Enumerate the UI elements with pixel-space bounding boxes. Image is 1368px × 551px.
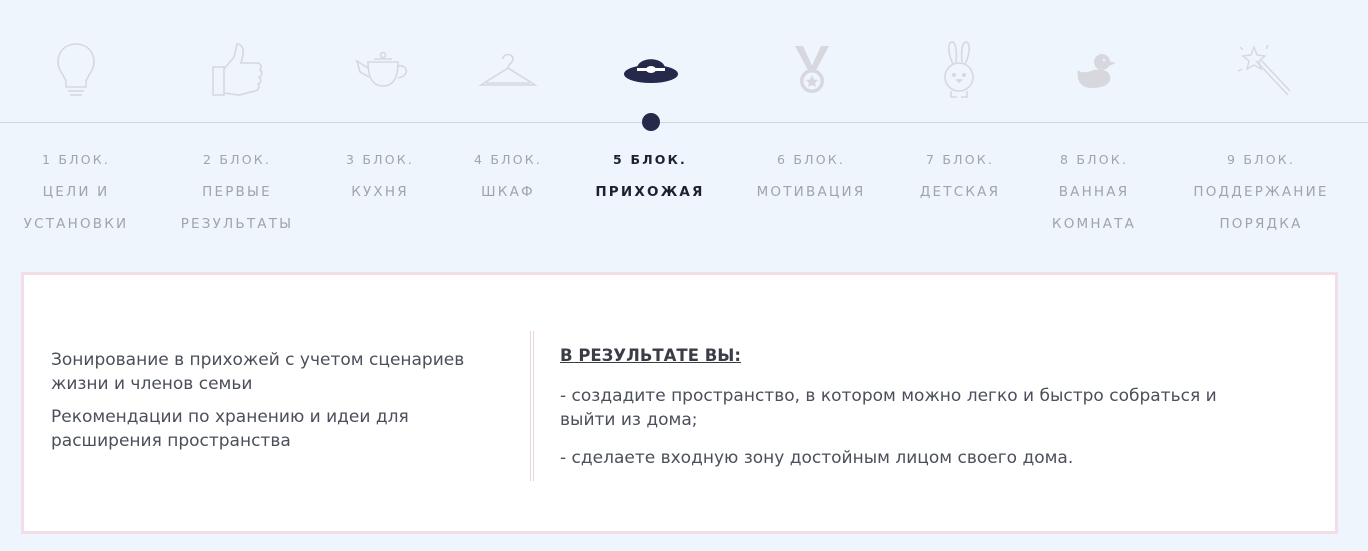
tab-block-8[interactable]: 8 БЛОК. ВАННАЯ КОМНАТА xyxy=(1046,144,1142,240)
tab-block-title: ВАННАЯ xyxy=(1058,184,1130,200)
tab-block-7[interactable]: 7 БЛОК. ДЕТСКАЯ xyxy=(914,144,1006,208)
tab-block-title: ПЕРВЫЕ xyxy=(202,184,272,200)
tab-block-number: 5 БЛОК. xyxy=(613,152,687,167)
result-item: - сделаете входную зону достойным лицом … xyxy=(560,448,1074,468)
divider xyxy=(530,331,534,481)
tab-block-title: МОТИВАЦИЯ xyxy=(756,184,866,200)
magic-wand-icon[interactable] xyxy=(1228,35,1298,105)
tab-block-6[interactable]: 6 БЛОК. МОТИВАЦИЯ xyxy=(750,144,872,208)
tab-block-number: 7 БЛОК. xyxy=(926,152,994,167)
tab-block-number: 6 БЛОК. xyxy=(777,152,845,167)
result-heading: В РЕЗУЛЬТАТЕ ВЫ: xyxy=(560,346,741,365)
lightbulb-icon[interactable] xyxy=(41,35,111,105)
tab-block-title: РЕЗУЛЬТАТЫ xyxy=(180,216,294,232)
tab-block-title: КОМНАТА xyxy=(1051,216,1137,232)
tab-block-2[interactable]: 2 БЛОК. ПЕРВЫЕ РЕЗУЛЬТАТЫ xyxy=(180,144,294,240)
hat-icon[interactable] xyxy=(616,35,686,105)
tab-block-3[interactable]: 3 БЛОК. КУХНЯ xyxy=(340,144,420,208)
thumbs-up-icon[interactable] xyxy=(202,35,272,105)
timeline-line xyxy=(0,122,1368,123)
tab-block-title: ШКАФ xyxy=(481,184,535,200)
tab-block-number: 9 БЛОК. xyxy=(1227,152,1295,167)
topic-item: Рекомендации по хранению и идеи для расш… xyxy=(51,407,409,451)
block-results: В РЕЗУЛЬТАТЕ ВЫ: - создадите пространств… xyxy=(560,344,1260,484)
block-topics: Зонирование в прихожей с учетом сценарие… xyxy=(51,348,501,462)
result-item: - создадите пространство, в котором можн… xyxy=(560,386,1217,430)
tab-block-title: ПОДДЕРЖАНИЕ xyxy=(1193,184,1329,200)
tab-block-1[interactable]: 1 БЛОК. ЦЕЛИ И УСТАНОВКИ xyxy=(20,144,132,240)
tab-block-number: 4 БЛОК. xyxy=(474,152,542,167)
tab-block-number: 1 БЛОК. xyxy=(42,152,110,167)
tab-block-title: УСТАНОВКИ xyxy=(23,216,129,232)
block-content-card: Зонирование в прихожей с учетом сценарие… xyxy=(21,272,1338,534)
bunny-icon[interactable] xyxy=(924,35,994,105)
rubber-duck-icon[interactable] xyxy=(1061,35,1131,105)
teapot-icon[interactable] xyxy=(348,35,418,105)
tab-block-number: 3 БЛОК. xyxy=(346,152,414,167)
tab-block-5[interactable]: 5 БЛОК. ПРИХОЖАЯ xyxy=(594,144,706,208)
tab-block-title: ПРИХОЖАЯ xyxy=(595,184,705,200)
active-block-indicator xyxy=(642,113,660,131)
tab-block-number: 8 БЛОК. xyxy=(1060,152,1128,167)
tab-block-4[interactable]: 4 БЛОК. ШКАФ xyxy=(468,144,548,208)
tab-block-number: 2 БЛОК. xyxy=(203,152,271,167)
tab-block-title: ДЕТСКАЯ xyxy=(919,184,1001,200)
timeline-icons-row xyxy=(0,0,1368,122)
hanger-icon[interactable] xyxy=(473,35,543,105)
tab-block-title: КУХНЯ xyxy=(351,184,409,200)
tab-block-title: ПОРЯДКА xyxy=(1219,216,1303,232)
topic-item: Зонирование в прихожей с учетом сценарие… xyxy=(51,350,465,394)
tab-block-title: ЦЕЛИ И xyxy=(42,184,110,200)
medal-icon[interactable] xyxy=(777,35,847,105)
tab-block-9[interactable]: 9 БЛОК. ПОДДЕРЖАНИЕ ПОРЯДКА xyxy=(1186,144,1336,240)
